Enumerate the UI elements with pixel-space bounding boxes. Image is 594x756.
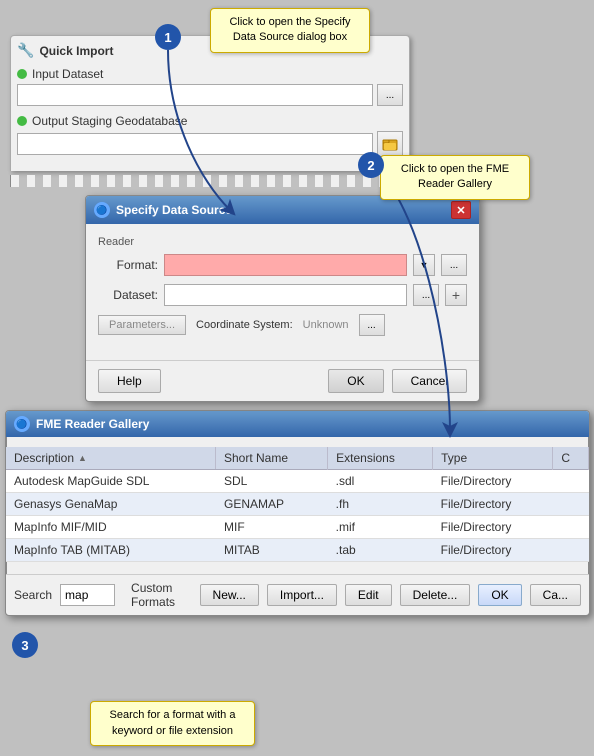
format-dropdown-btn[interactable]: ▼ [413,254,435,276]
dataset-browse-btn[interactable]: ... [413,284,439,306]
reader-gallery: 🔵 FME Reader Gallery Description ▲ Short… [5,410,590,616]
title-bar-left: 🔵 Specify Data Source [94,202,232,218]
tooltip-1: Click to open the Specify Data Source di… [210,8,370,53]
tooltip-2: Click to open the FME Reader Gallery [380,155,530,200]
gallery-body: Description ▲ Short Name Extensions Type… [6,447,589,562]
input-dataset-browse-btn[interactable]: ... [377,84,403,106]
table-row[interactable]: MapInfo MIF/MIDMIF.mifFile/Directory [6,516,589,539]
input-dataset-dot [17,69,27,79]
torn-bottom [6,562,589,574]
specify-dialog-title-bar: 🔵 Specify Data Source ✕ [86,196,479,224]
output-staging-icon-btn[interactable] [377,131,403,157]
edit-btn[interactable]: Edit [345,584,392,606]
dataset-field[interactable] [164,284,407,306]
input-dataset-control: ... [17,84,403,106]
output-staging-dot [17,116,27,126]
parameters-btn[interactable]: Parameters... [98,315,186,335]
close-button[interactable]: ✕ [451,201,471,219]
output-staging-label: Output Staging Geodatabase [32,114,187,128]
output-staging-row: Output Staging Geodatabase [17,114,403,157]
dialog-content: Reader Format: ▼ ... Dataset: ... + Para… [86,224,479,360]
search-input[interactable] [60,584,115,606]
gallery-footer: Search Custom Formats New... Import... E… [6,574,589,615]
step-number-3: 3 [12,632,38,658]
torn-top [6,437,589,447]
col-type[interactable]: Type [433,447,553,470]
gallery-cancel-btn[interactable]: Ca... [530,584,581,606]
output-staging-field[interactable] [17,133,373,155]
col-description[interactable]: Description ▲ [6,447,216,469]
gallery-icon: 🔵 [14,416,30,432]
search-label: Search [14,588,52,602]
footer-right: OK Cancel [328,369,467,393]
input-dataset-field[interactable] [17,84,373,106]
tooltip-3: Search for a format with a keyword or fi… [90,701,255,746]
dataset-label: Dataset: [98,288,158,302]
input-dataset-label: Input Dataset [32,67,103,81]
format-row: Format: ▼ ... [98,254,467,276]
dialog-footer: Help OK Cancel [86,360,479,401]
table-row[interactable]: Genasys GenaMapGENAMAP.fhFile/Directory [6,493,589,516]
gallery-title-left: 🔵 FME Reader Gallery [14,416,149,432]
reader-section-label: Reader [98,236,467,248]
coord-browse-btn[interactable]: ... [359,314,385,336]
torn-edge-quick-import [10,175,410,187]
step-number-1: 1 [155,24,181,50]
format-label: Format: [98,258,158,272]
gallery-ok-btn[interactable]: OK [478,584,521,606]
gallery-table: Description ▲ Short Name Extensions Type… [6,447,589,562]
format-field[interactable] [164,254,407,276]
wrench-icon: 🔧 [17,42,34,59]
delete-btn[interactable]: Delete... [400,584,471,606]
sort-arrow-icon: ▲ [78,453,87,463]
gallery-title-bar: 🔵 FME Reader Gallery [6,411,589,437]
dialog-icon: 🔵 [94,202,110,218]
custom-formats-label: Custom Formats [131,581,192,609]
col-shortname[interactable]: Short Name [216,447,328,470]
ok-btn[interactable]: OK [328,369,383,393]
import-btn[interactable]: Import... [267,584,337,606]
format-browse-btn[interactable]: ... [441,254,467,276]
input-dataset-label-row: Input Dataset [17,67,403,81]
step-number-2: 2 [358,152,384,178]
cancel-btn[interactable]: Cancel [392,369,467,393]
new-btn[interactable]: New... [200,584,259,606]
dataset-plus-btn[interactable]: + [445,284,467,306]
specify-dialog: 🔵 Specify Data Source ✕ Reader Format: ▼… [85,195,480,402]
coordinate-system-label: Coordinate System: [196,319,293,331]
coordinate-system-value: Unknown [303,319,349,331]
table-row[interactable]: MapInfo TAB (MITAB)MITAB.tabFile/Directo… [6,539,589,562]
help-btn[interactable]: Help [98,369,161,393]
quick-import-panel: 🔧 Quick Import Input Dataset ... Output … [10,35,410,171]
table-row[interactable]: Autodesk MapGuide SDLSDL.sdlFile/Directo… [6,470,589,493]
col-c[interactable]: C [553,447,589,470]
folder-icon [382,136,398,152]
output-staging-label-row: Output Staging Geodatabase [17,114,403,128]
footer-left: Help [98,369,161,393]
input-dataset-row: Input Dataset ... [17,67,403,106]
output-staging-control [17,131,403,157]
col-extensions[interactable]: Extensions [328,447,433,470]
dataset-row: Dataset: ... + [98,284,467,306]
params-row: Parameters... Coordinate System: Unknown… [98,314,467,336]
